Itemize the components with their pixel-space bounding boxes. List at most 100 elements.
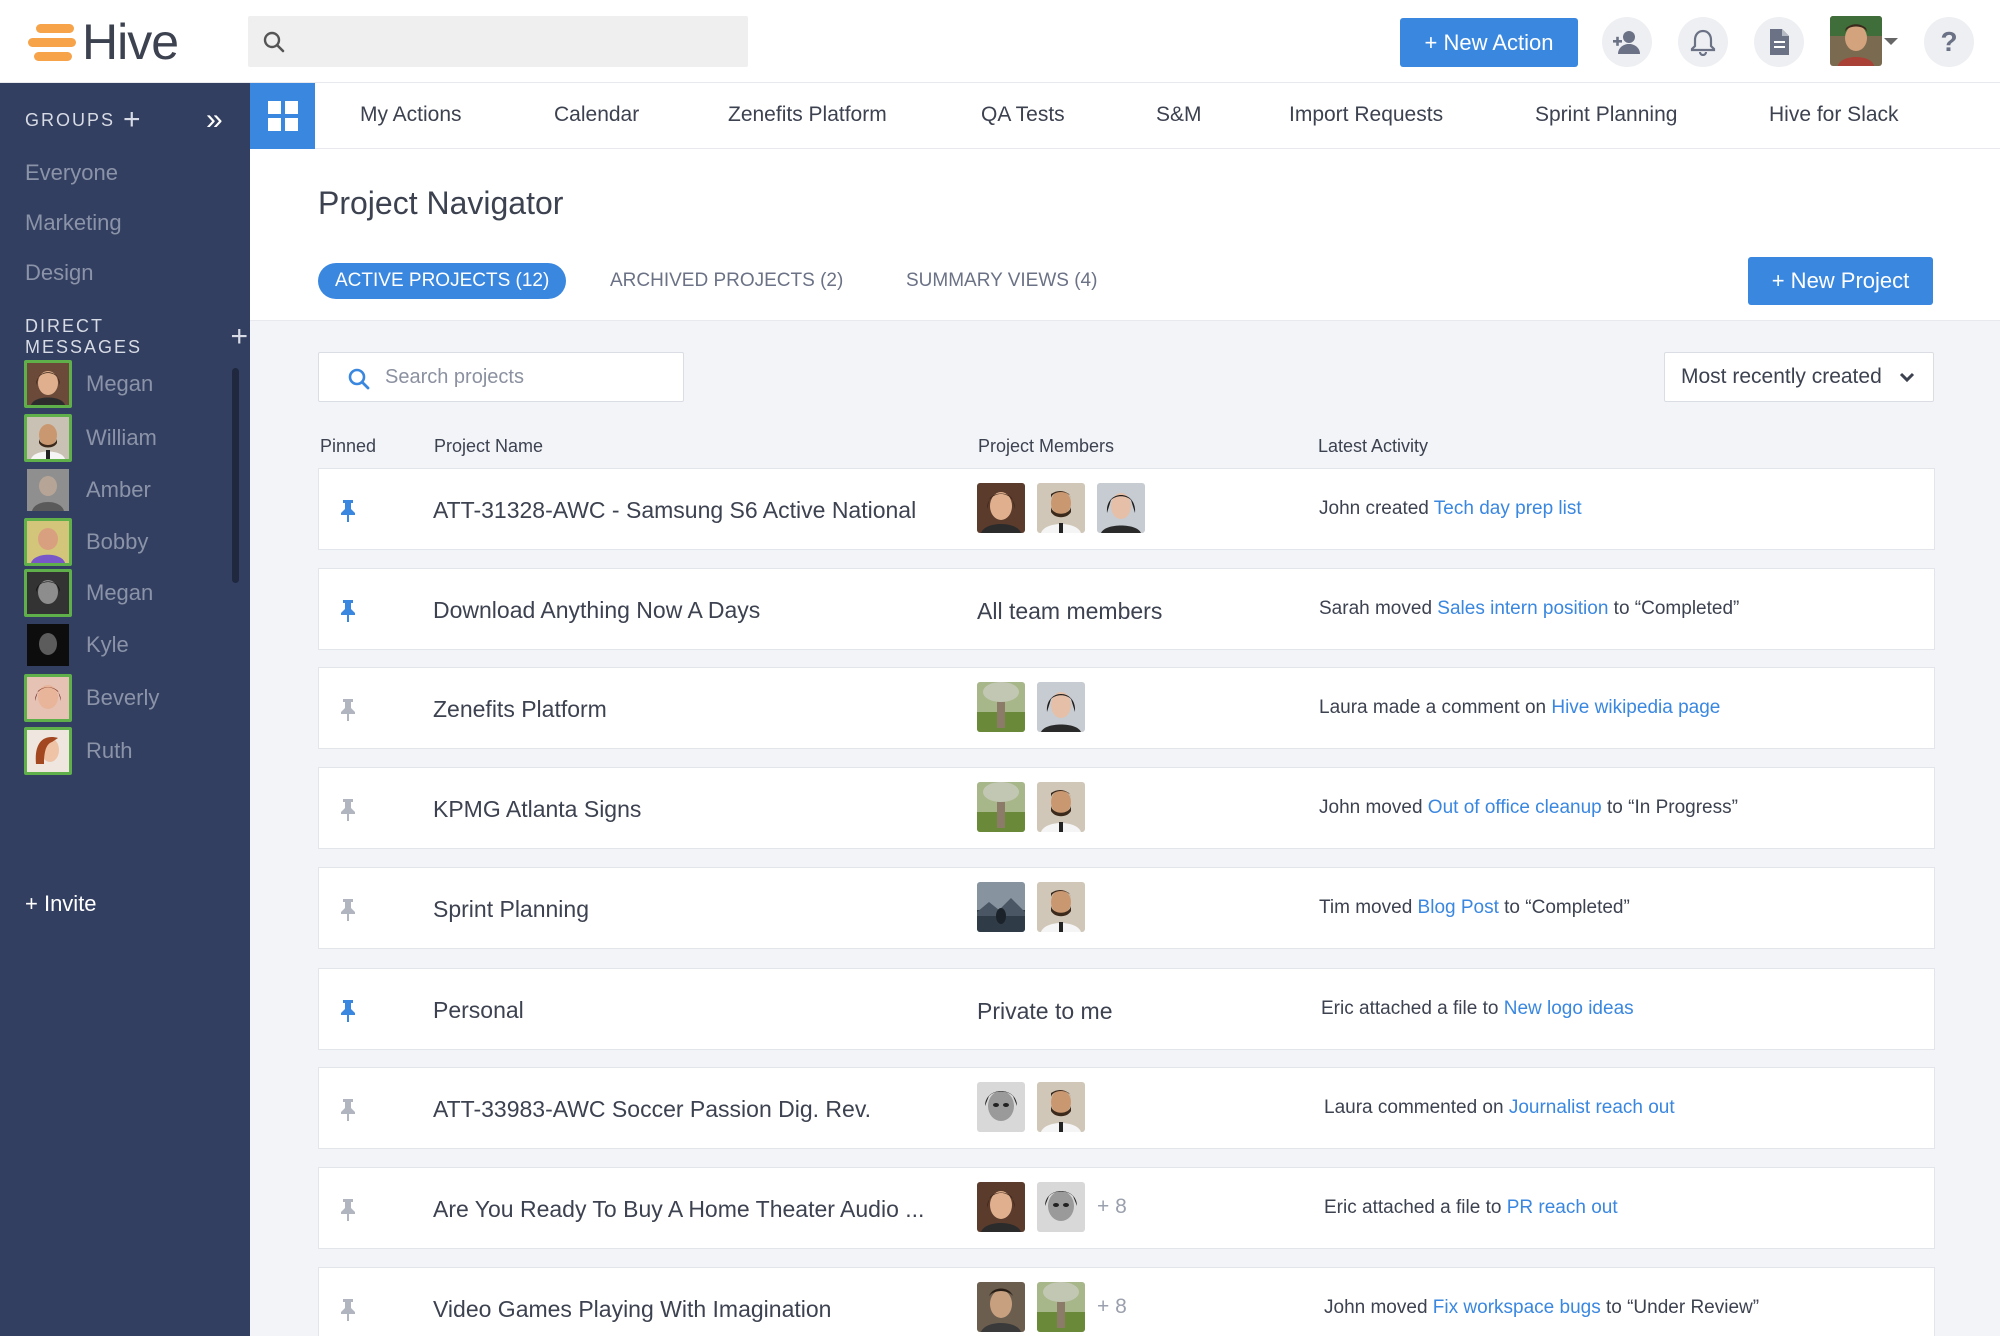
- table-row[interactable]: KPMG Atlanta Signs John moved Out of offi…: [318, 767, 1935, 849]
- pin-toggle[interactable]: [339, 599, 357, 628]
- pin-icon[interactable]: [339, 1198, 357, 1222]
- pin-toggle[interactable]: [339, 798, 357, 827]
- add-group-icon[interactable]: +: [123, 103, 143, 137]
- activity-link[interactable]: Fix workspace bugs: [1433, 1297, 1601, 1318]
- pin-toggle[interactable]: [339, 698, 357, 727]
- project-name[interactable]: KPMG Atlanta Signs: [433, 796, 641, 823]
- more-members-count[interactable]: + 8: [1097, 1195, 1127, 1219]
- member-avatar[interactable]: [1037, 483, 1085, 533]
- tab-qa-tests[interactable]: QA Tests: [981, 103, 1065, 127]
- more-members-count[interactable]: + 8: [1097, 1295, 1127, 1319]
- project-name[interactable]: Zenefits Platform: [433, 696, 607, 723]
- chevron-down-icon[interactable]: [1884, 38, 1898, 45]
- tab-zenefits-platform[interactable]: Zenefits Platform: [728, 103, 887, 127]
- tab-my-actions[interactable]: My Actions: [360, 103, 462, 127]
- pin-toggle[interactable]: [339, 499, 357, 528]
- member-avatar[interactable]: [977, 1182, 1025, 1232]
- tab-active-projects[interactable]: ACTIVE PROJECTS (12): [318, 263, 567, 299]
- table-row[interactable]: Personal Private to me Eric attached a fil…: [318, 968, 1935, 1050]
- pin-icon[interactable]: [339, 999, 357, 1023]
- expand-sidebar-icon[interactable]: »: [206, 103, 223, 137]
- dm-item-ruth[interactable]: Ruth: [24, 726, 132, 776]
- pin-icon[interactable]: [339, 898, 357, 922]
- dm-item-beverly[interactable]: Beverly: [24, 673, 159, 723]
- pin-icon[interactable]: [339, 599, 357, 623]
- pin-toggle[interactable]: [339, 999, 357, 1028]
- project-name[interactable]: Video Games Playing With Imagination: [433, 1296, 831, 1323]
- activity-link[interactable]: Blog Post: [1418, 897, 1499, 918]
- activity-link[interactable]: Tech day prep list: [1434, 498, 1582, 519]
- dm-item-megan[interactable]: Megan: [24, 359, 153, 409]
- sidebar-item-design[interactable]: Design: [25, 260, 93, 286]
- member-avatar[interactable]: [1037, 782, 1085, 832]
- member-avatar[interactable]: [977, 682, 1025, 732]
- activity-link[interactable]: New logo ideas: [1504, 998, 1634, 1019]
- tab-import-requests[interactable]: Import Requests: [1289, 103, 1443, 127]
- activity-link[interactable]: Hive wikipedia page: [1551, 697, 1720, 718]
- project-name[interactable]: Are You Ready To Buy A Home Theater Audi…: [433, 1196, 924, 1223]
- dm-item-kyle[interactable]: Kyle: [24, 620, 129, 670]
- table-row[interactable]: ATT-31328-AWC - Samsung S6 Active Nation…: [318, 468, 1935, 550]
- tab-hive-for-slack[interactable]: Hive for Slack: [1769, 103, 1899, 127]
- user-avatar[interactable]: [1830, 16, 1882, 66]
- activity-link[interactable]: PR reach out: [1507, 1197, 1618, 1218]
- member-avatar[interactable]: [977, 1282, 1025, 1332]
- table-row[interactable]: Sprint Planning Tim moved Blog Post to “C…: [318, 867, 1935, 949]
- activity-link[interactable]: Sales intern position: [1437, 598, 1608, 619]
- new-action-button[interactable]: + New Action: [1400, 18, 1578, 67]
- pin-toggle[interactable]: [339, 1198, 357, 1227]
- table-row[interactable]: Are You Ready To Buy A Home Theater Audi…: [318, 1167, 1935, 1249]
- pin-icon[interactable]: [339, 798, 357, 822]
- sidebar-item-marketing[interactable]: Marketing: [25, 210, 122, 236]
- dm-item-amber[interactable]: Amber: [24, 465, 151, 515]
- project-name[interactable]: Download Anything Now A Days: [433, 597, 760, 624]
- member-avatar[interactable]: [1037, 882, 1085, 932]
- member-avatar[interactable]: [1037, 1082, 1085, 1132]
- global-search[interactable]: [248, 16, 748, 67]
- member-avatar[interactable]: [1037, 1282, 1085, 1332]
- table-row[interactable]: Video Games Playing With Imagination + 8 J…: [318, 1267, 1935, 1336]
- sidebar-item-everyone[interactable]: Everyone: [25, 160, 118, 186]
- member-avatar[interactable]: [1037, 1182, 1085, 1232]
- invite-button[interactable]: + Invite: [25, 891, 97, 917]
- member-avatar[interactable]: [977, 1082, 1025, 1132]
- new-project-button[interactable]: + New Project: [1748, 257, 1933, 305]
- activity-link[interactable]: Out of office cleanup: [1428, 797, 1602, 818]
- tab-archived-projects[interactable]: ARCHIVED PROJECTS (2): [610, 263, 843, 299]
- grid-view-icon[interactable]: [250, 83, 315, 149]
- tab-summary-views[interactable]: SUMMARY VIEWS (4): [906, 263, 1097, 299]
- pin-toggle[interactable]: [339, 1098, 357, 1127]
- project-search-input[interactable]: [385, 353, 675, 401]
- table-row[interactable]: ATT-33983-AWC Soccer Passion Dig. Rev. La…: [318, 1067, 1935, 1149]
- pin-toggle[interactable]: [339, 1298, 357, 1327]
- add-user-icon[interactable]: [1602, 17, 1652, 67]
- table-row[interactable]: Download Anything Now A Days All team mem…: [318, 568, 1935, 650]
- pin-icon[interactable]: [339, 1298, 357, 1322]
- sidebar-scrollbar[interactable]: [232, 368, 239, 583]
- dm-item-bobby[interactable]: Bobby: [24, 517, 148, 567]
- tab-sprint-planning[interactable]: Sprint Planning: [1535, 103, 1677, 127]
- pin-icon[interactable]: [339, 1098, 357, 1122]
- tab-calendar[interactable]: Calendar: [554, 103, 639, 127]
- member-avatar[interactable]: [1037, 682, 1085, 732]
- activity-link[interactable]: Journalist reach out: [1509, 1097, 1675, 1118]
- tab-s-and-m[interactable]: S&M: [1156, 103, 1202, 127]
- help-icon[interactable]: ?: [1924, 17, 1974, 67]
- project-name[interactable]: ATT-33983-AWC Soccer Passion Dig. Rev.: [433, 1096, 871, 1123]
- member-avatar[interactable]: [977, 483, 1025, 533]
- dm-item-megan-2[interactable]: Megan: [24, 568, 153, 618]
- project-name[interactable]: ATT-31328-AWC - Samsung S6 Active Nation…: [433, 497, 916, 524]
- pin-icon[interactable]: [339, 698, 357, 722]
- project-name[interactable]: Sprint Planning: [433, 896, 589, 923]
- member-avatar[interactable]: [977, 882, 1025, 932]
- notifications-bell-icon[interactable]: [1678, 17, 1728, 67]
- member-avatar[interactable]: [1097, 483, 1145, 533]
- sort-select[interactable]: Most recently created: [1664, 352, 1934, 402]
- pin-icon[interactable]: [339, 499, 357, 523]
- pin-toggle[interactable]: [339, 898, 357, 927]
- hive-logo[interactable]: Hive: [28, 14, 179, 70]
- global-search-input[interactable]: [296, 16, 736, 67]
- add-direct-message-icon[interactable]: +: [230, 320, 250, 354]
- project-name[interactable]: Personal: [433, 997, 524, 1024]
- member-avatar[interactable]: [977, 782, 1025, 832]
